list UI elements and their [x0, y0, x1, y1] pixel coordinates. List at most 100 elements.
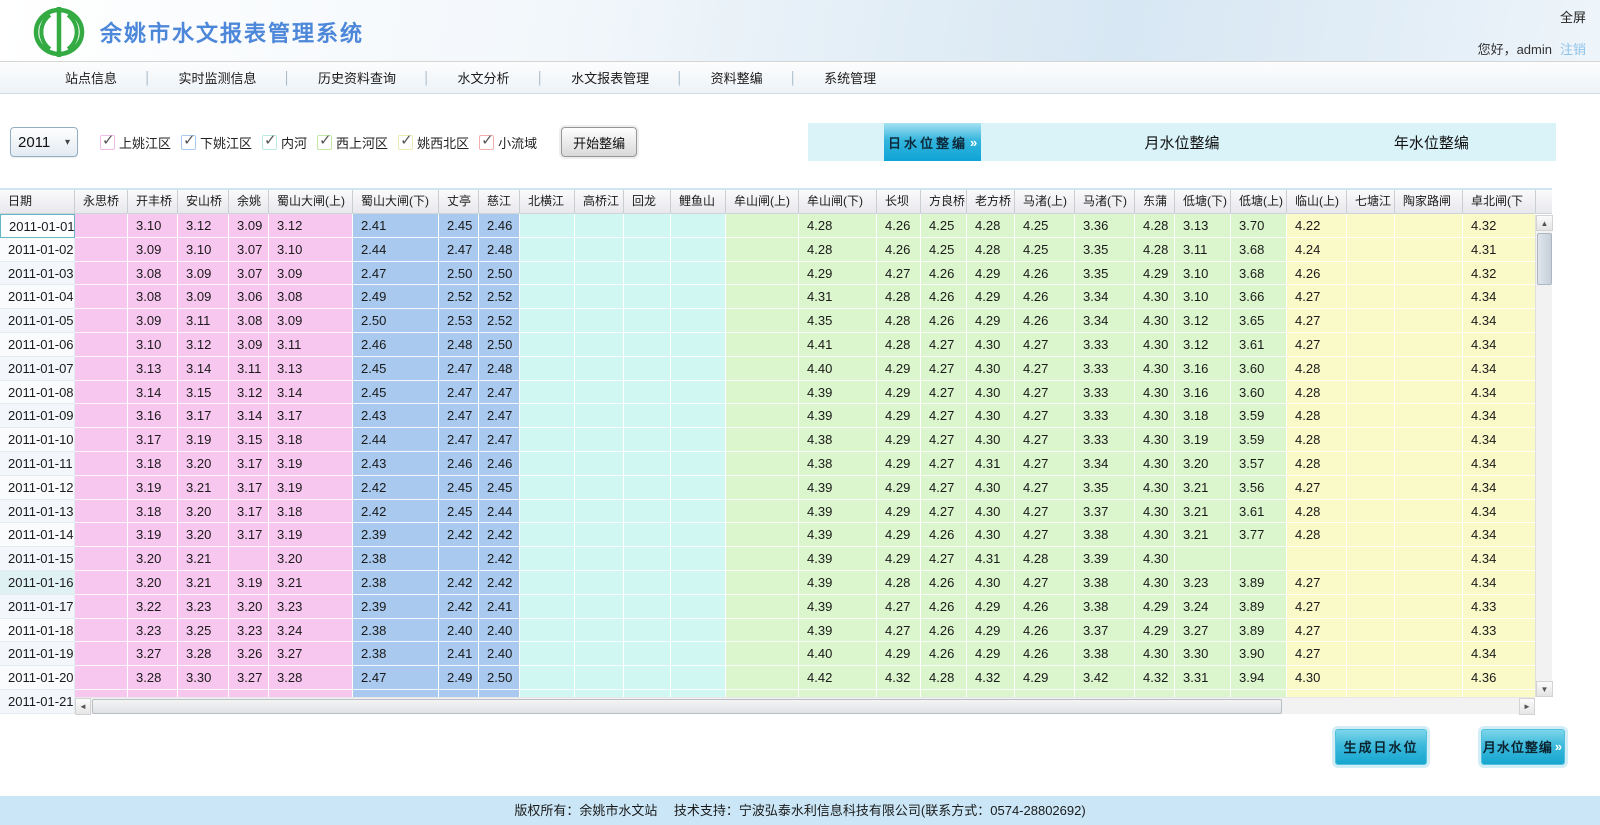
value-cell[interactable]: [1395, 666, 1463, 690]
value-cell[interactable]: [520, 381, 575, 405]
value-cell[interactable]: 3.07: [229, 238, 269, 262]
value-cell[interactable]: [671, 476, 726, 500]
date-cell[interactable]: 2011-01-02: [0, 238, 75, 262]
value-cell[interactable]: 4.29: [1135, 595, 1175, 619]
value-cell[interactable]: [520, 571, 575, 595]
value-cell[interactable]: [726, 666, 799, 690]
value-cell[interactable]: [1347, 262, 1395, 286]
vertical-scroll-thumb[interactable]: [1537, 233, 1552, 285]
value-cell[interactable]: 3.10: [269, 238, 353, 262]
value-cell[interactable]: 4.28: [1287, 381, 1347, 405]
value-cell[interactable]: [726, 309, 799, 333]
value-cell[interactable]: 4.27: [1287, 285, 1347, 309]
checkbox[interactable]: ✓: [181, 135, 196, 150]
value-cell[interactable]: 3.68: [1231, 262, 1287, 286]
value-cell[interactable]: 2.50: [479, 333, 520, 357]
value-cell[interactable]: 3.06: [229, 285, 269, 309]
value-cell[interactable]: 4.31: [799, 285, 877, 309]
value-cell[interactable]: 3.14: [178, 357, 229, 381]
value-cell[interactable]: 4.27: [921, 452, 967, 476]
value-cell[interactable]: [575, 595, 624, 619]
value-cell[interactable]: 3.56: [1231, 476, 1287, 500]
value-cell[interactable]: 4.24: [1287, 238, 1347, 262]
value-cell[interactable]: 3.59: [1231, 404, 1287, 428]
value-cell[interactable]: 4.30: [967, 571, 1015, 595]
tab-daily-compile[interactable]: 日水位整编 »: [884, 123, 981, 161]
date-cell[interactable]: 2011-01-19: [0, 642, 75, 666]
value-cell[interactable]: 2.52: [479, 309, 520, 333]
value-cell[interactable]: 3.27: [128, 642, 178, 666]
value-cell[interactable]: 2.41: [479, 595, 520, 619]
value-cell[interactable]: [520, 262, 575, 286]
value-cell[interactable]: [726, 262, 799, 286]
value-cell[interactable]: [624, 357, 671, 381]
value-cell[interactable]: 2.39: [353, 595, 439, 619]
value-cell[interactable]: 3.12: [178, 214, 229, 238]
date-cell[interactable]: 2011-01-03: [0, 262, 75, 286]
value-cell[interactable]: 3.19: [178, 428, 229, 452]
value-cell[interactable]: 3.11: [269, 333, 353, 357]
value-cell[interactable]: [520, 214, 575, 238]
column-header-9[interactable]: 北横江: [520, 190, 575, 213]
value-cell[interactable]: 3.38: [1075, 523, 1135, 547]
value-cell[interactable]: [1175, 547, 1231, 571]
value-cell[interactable]: [1395, 285, 1463, 309]
value-cell[interactable]: 4.26: [921, 523, 967, 547]
nav-item-2[interactable]: 历史资料查询: [291, 68, 423, 87]
value-cell[interactable]: 3.77: [1231, 523, 1287, 547]
value-cell[interactable]: 3.34: [1075, 309, 1135, 333]
value-cell[interactable]: 4.30: [967, 500, 1015, 524]
value-cell[interactable]: [575, 666, 624, 690]
column-header-10[interactable]: 高桥江: [575, 190, 624, 213]
column-header-16[interactable]: 方良桥: [921, 190, 967, 213]
value-cell[interactable]: [520, 595, 575, 619]
value-cell[interactable]: 2.42: [439, 595, 479, 619]
value-cell[interactable]: [671, 428, 726, 452]
value-cell[interactable]: 3.08: [269, 285, 353, 309]
value-cell[interactable]: 2.41: [439, 642, 479, 666]
value-cell[interactable]: 3.33: [1075, 357, 1135, 381]
value-cell[interactable]: 3.20: [128, 571, 178, 595]
value-cell[interactable]: [671, 333, 726, 357]
value-cell[interactable]: 2.39: [353, 523, 439, 547]
value-cell[interactable]: 2.38: [353, 642, 439, 666]
value-cell[interactable]: 4.32: [1463, 262, 1536, 286]
value-cell[interactable]: [75, 357, 128, 381]
value-cell[interactable]: [1347, 595, 1395, 619]
value-cell[interactable]: [726, 428, 799, 452]
value-cell[interactable]: 3.38: [1075, 595, 1135, 619]
value-cell[interactable]: [520, 404, 575, 428]
value-cell[interactable]: 3.89: [1231, 595, 1287, 619]
value-cell[interactable]: 4.34: [1463, 333, 1536, 357]
value-cell[interactable]: 2.47: [353, 666, 439, 690]
value-cell[interactable]: 3.10: [1175, 262, 1231, 286]
value-cell[interactable]: 3.18: [269, 428, 353, 452]
value-cell[interactable]: 3.19: [269, 476, 353, 500]
value-cell[interactable]: [1395, 357, 1463, 381]
value-cell[interactable]: 4.27: [921, 357, 967, 381]
value-cell[interactable]: 2.44: [353, 428, 439, 452]
value-cell[interactable]: 4.29: [967, 309, 1015, 333]
value-cell[interactable]: 3.09: [128, 309, 178, 333]
value-cell[interactable]: 3.19: [229, 571, 269, 595]
value-cell[interactable]: 4.26: [921, 642, 967, 666]
value-cell[interactable]: [520, 523, 575, 547]
column-header-18[interactable]: 马渚(上): [1015, 190, 1075, 213]
value-cell[interactable]: 2.45: [353, 381, 439, 405]
value-cell[interactable]: 2.49: [439, 666, 479, 690]
date-cell[interactable]: 2011-01-01: [0, 214, 75, 238]
value-cell[interactable]: 3.23: [269, 595, 353, 619]
value-cell[interactable]: [671, 642, 726, 666]
value-cell[interactable]: [575, 523, 624, 547]
value-cell[interactable]: 4.34: [1463, 571, 1536, 595]
value-cell[interactable]: 4.34: [1463, 452, 1536, 476]
value-cell[interactable]: 3.26: [229, 642, 269, 666]
column-header-3[interactable]: 安山桥: [178, 190, 229, 213]
value-cell[interactable]: 4.26: [921, 619, 967, 643]
value-cell[interactable]: 3.23: [1175, 571, 1231, 595]
value-cell[interactable]: 4.30: [1135, 357, 1175, 381]
value-cell[interactable]: 4.40: [799, 357, 877, 381]
value-cell[interactable]: 3.21: [269, 571, 353, 595]
value-cell[interactable]: 4.32: [1463, 214, 1536, 238]
value-cell[interactable]: 4.29: [877, 428, 921, 452]
